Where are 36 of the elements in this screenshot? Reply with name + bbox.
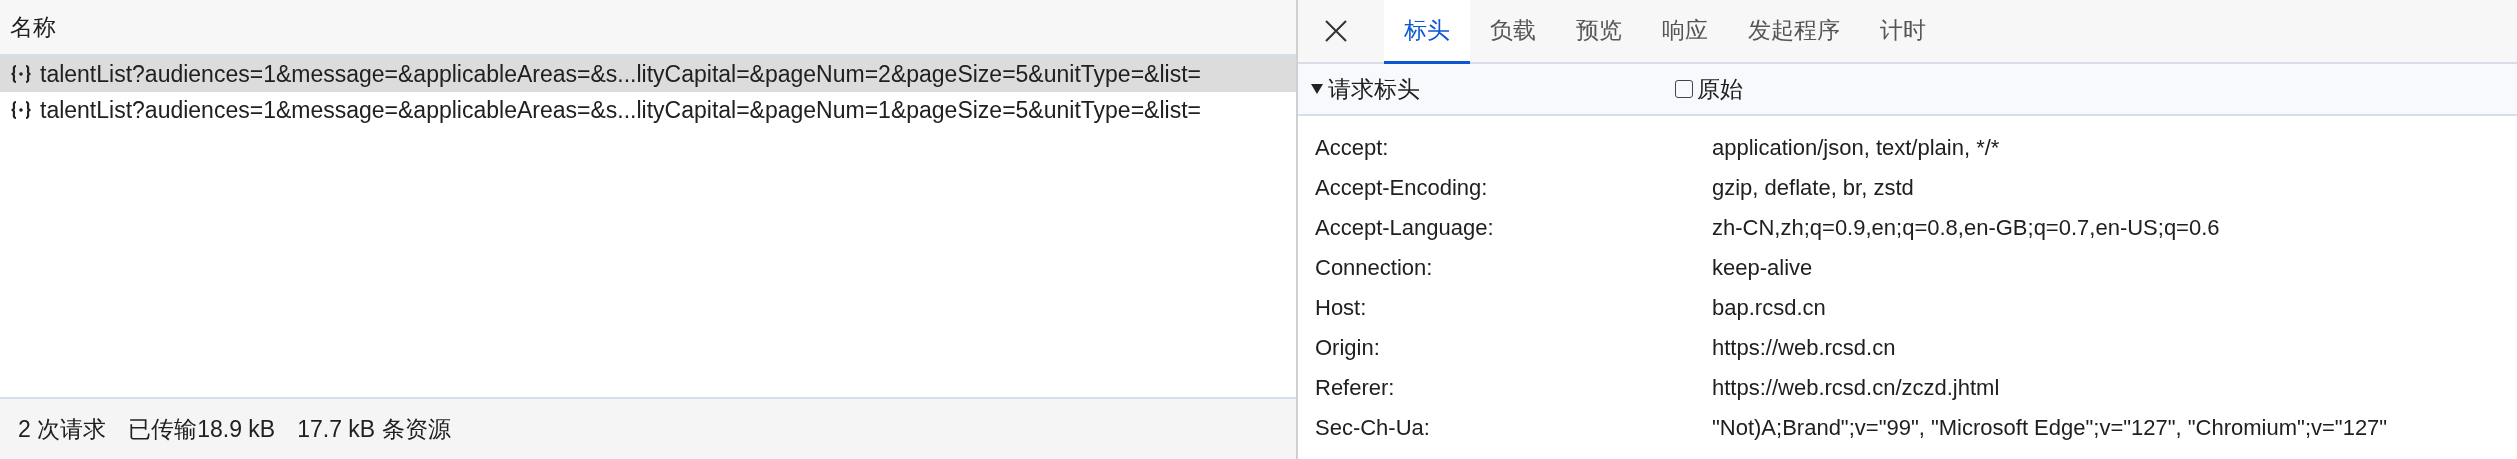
braces-icon xyxy=(10,64,32,84)
header-value: keep-alive xyxy=(1712,255,1814,281)
tab[interactable]: 计时 xyxy=(1860,0,1946,64)
header-name: Origin: xyxy=(1315,335,1381,361)
header-value: bap.rcsd.cn xyxy=(1712,295,1827,321)
status-text: 17.7 kB 条资源 xyxy=(297,414,451,444)
tab[interactable]: 发起程序 xyxy=(1728,0,1860,64)
request-row[interactable]: talentList?audiences=1&message=&applicableAreas=&s...lityCapital=&pageNum=1&pageSize=5&unitType=&list= xyxy=(0,92,1296,128)
section-toggle[interactable]: 请求标头 xyxy=(1310,73,1675,105)
column-header[interactable]: 名称 xyxy=(10,11,56,43)
header-name: Connection: xyxy=(1315,255,1434,281)
header-name: Sec-Ch-Ua: xyxy=(1315,415,1431,441)
tab[interactable]: 预览 xyxy=(1556,0,1642,64)
header-value: https://web.rcsd.cn/zczd.jhtml xyxy=(1712,375,2001,401)
header-value: zh-CN,zh;q=0.9,en;q=0.8,en-GB;q=0.7,en-US;q=0.6 xyxy=(1712,215,2221,241)
header-name: Referer: xyxy=(1315,375,1396,401)
header-value: gzip, deflate, br, zstd xyxy=(1712,175,1915,201)
checkbox-label: 原始 xyxy=(1697,74,1743,104)
request-row[interactable]: talentList?audiences=1&message=&applicableAreas=&s...lityCapital=&pageNum=2&pageSize=5&unitType=&list= xyxy=(0,56,1296,92)
header-name: Accept: xyxy=(1315,135,1390,161)
request-name: talentList?audiences=1&message=&applicableAreas=&s...lityCapital=&pageNum=1&pageSize=5&unitType=&list= xyxy=(40,96,1201,124)
braces-icon xyxy=(10,100,32,120)
header-name: Accept-Language: xyxy=(1315,215,1495,241)
header-value: application/json, text/plain, */* xyxy=(1712,135,2001,161)
request-name: talentList?audiences=1&message=&applicableAreas=&s...lityCapital=&pageNum=2&pageSize=5&unitType=&list= xyxy=(40,60,1201,88)
header-name: Host: xyxy=(1315,295,1368,321)
checkbox[interactable] xyxy=(1675,80,1693,98)
tab[interactable]: 负载 xyxy=(1470,0,1556,64)
tab[interactable]: 标头 xyxy=(1384,0,1470,64)
status-text: 2 次请求 xyxy=(18,414,107,444)
header-name: Accept-Encoding: xyxy=(1315,175,1489,201)
status-text: 已传输18.9 kB xyxy=(128,414,276,444)
header-value: https://web.rcsd.cn xyxy=(1712,335,1897,361)
tab[interactable]: 响应 xyxy=(1642,0,1728,64)
header-value: "Not)A;Brand";v="99", "Microsoft Edge";v="127", "Chromium";v="127" xyxy=(1712,415,2389,441)
close-icon xyxy=(1324,19,1348,43)
